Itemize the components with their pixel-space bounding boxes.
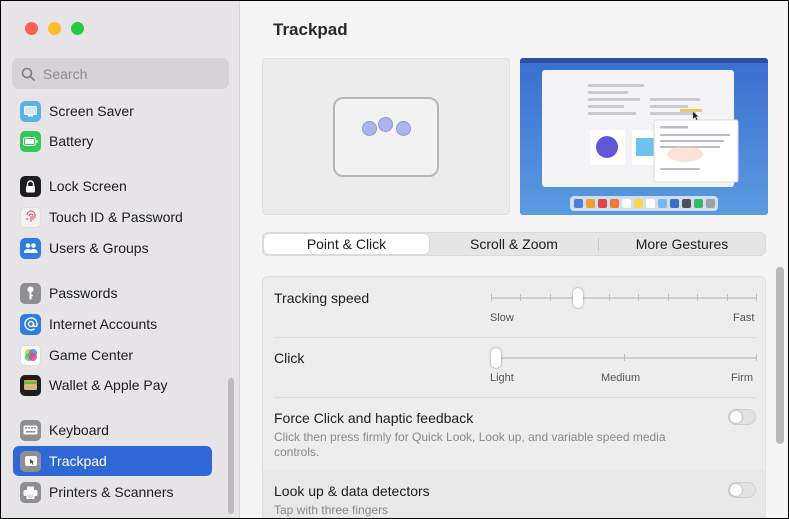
force-click-description: Click then press firmly for Quick Look, …	[274, 430, 666, 459]
sidebar-item-keyboard[interactable]: Keyboard	[13, 415, 212, 445]
fingerprint-icon	[20, 206, 41, 228]
sidebar-item-battery[interactable]: Battery	[13, 126, 212, 156]
printer-icon	[20, 481, 41, 503]
finger-dot	[378, 117, 393, 132]
gesture-video-preview	[520, 58, 768, 215]
click-medium-label: Medium	[601, 372, 641, 384]
key-icon	[20, 282, 41, 304]
slider-tick	[550, 294, 551, 301]
finger-dot	[362, 121, 377, 136]
sidebar-item-lock-screen[interactable]: Lock Screen	[13, 171, 212, 201]
slider-tick	[638, 294, 639, 301]
sidebar-item-wallet[interactable]: Wallet & Apple Pay	[13, 370, 212, 400]
lock-icon	[20, 175, 41, 197]
search-icon	[21, 67, 35, 81]
slider-tick	[520, 294, 521, 301]
maximize-window-button[interactable]	[71, 22, 84, 35]
main-scrollbar[interactable]	[776, 267, 784, 444]
slider-tick	[756, 354, 757, 361]
slider-tick	[697, 294, 698, 301]
slider-tick	[609, 294, 610, 301]
look-up-toggle[interactable]	[728, 482, 756, 498]
sidebar-item-trackpad[interactable]: Trackpad	[13, 446, 212, 476]
sidebar-scrollbar[interactable]	[228, 378, 234, 514]
tracking-speed-slider[interactable]	[263, 277, 765, 317]
finger-dot	[396, 121, 411, 136]
look-up-row: Look up & data detectors Tap with three …	[263, 470, 765, 518]
tab-point-click[interactable]: Point & Click	[264, 234, 429, 254]
minimize-window-button[interactable]	[48, 22, 61, 35]
sidebar-item-touch-id[interactable]: Touch ID & Password	[13, 202, 212, 232]
click-row: Click Light Medium Firm	[263, 337, 765, 397]
click-firm-label: Firm	[731, 372, 753, 384]
look-up-label: Look up & data detectors	[274, 483, 430, 499]
slider-thumb[interactable]	[491, 348, 501, 368]
system-settings-window: Search Screen Saver Battery Lock Screen	[1, 1, 788, 518]
wallet-icon	[20, 374, 41, 396]
slider-tick	[491, 294, 492, 301]
trackpad-icon	[20, 450, 41, 472]
settings-panel: Tracking speed Slow Fast Click Light Med…	[262, 276, 766, 518]
sidebar-item-screen-saver[interactable]: Screen Saver	[13, 96, 212, 126]
battery-icon	[20, 130, 41, 152]
click-light-label: Light	[490, 372, 514, 384]
sidebar-item-passwords[interactable]: Passwords	[13, 278, 212, 308]
window-controls	[25, 22, 84, 35]
tab-bar: Point & Click Scroll & Zoom More Gesture…	[262, 232, 766, 256]
screen-saver-icon	[20, 100, 41, 122]
main-content: Trackpad Point & Click Scroll & Zoom Mor…	[241, 1, 788, 518]
look-up-description: Tap with three fingers	[274, 503, 389, 517]
slider-tick	[624, 354, 625, 361]
search-input[interactable]: Search	[12, 58, 229, 89]
force-click-row: Force Click and haptic feedback Click th…	[263, 397, 765, 470]
trackpad-illustration	[333, 97, 439, 177]
gesture-illustration	[262, 58, 510, 215]
sidebar-item-internet-accounts[interactable]: Internet Accounts	[13, 309, 212, 339]
keyboard-icon	[20, 419, 41, 441]
sidebar-item-game-center[interactable]: Game Center	[13, 340, 212, 370]
search-placeholder: Search	[43, 65, 88, 82]
tracking-speed-min-label: Slow	[490, 312, 514, 324]
tracking-speed-max-label: Fast	[733, 312, 755, 324]
sidebar-item-printers[interactable]: Printers & Scanners	[13, 477, 212, 507]
game-center-icon	[20, 344, 41, 366]
tracking-speed-row: Tracking speed Slow Fast	[263, 277, 765, 337]
force-click-label: Force Click and haptic feedback	[274, 410, 474, 426]
tab-scroll-zoom[interactable]: Scroll & Zoom	[430, 234, 598, 254]
page-title: Trackpad	[273, 20, 348, 39]
users-icon	[20, 237, 41, 259]
click-slider[interactable]	[263, 337, 765, 377]
at-icon	[20, 313, 41, 335]
force-click-toggle[interactable]	[728, 409, 756, 425]
slider-tick	[668, 294, 669, 301]
tab-more-gestures[interactable]: More Gestures	[599, 234, 765, 254]
slider-thumb[interactable]	[573, 288, 583, 308]
slider-tick	[756, 294, 757, 301]
sidebar-item-users-groups[interactable]: Users & Groups	[13, 233, 212, 263]
slider-tick	[727, 294, 728, 301]
sidebar: Search Screen Saver Battery Lock Screen	[1, 1, 240, 518]
close-window-button[interactable]	[25, 22, 38, 35]
